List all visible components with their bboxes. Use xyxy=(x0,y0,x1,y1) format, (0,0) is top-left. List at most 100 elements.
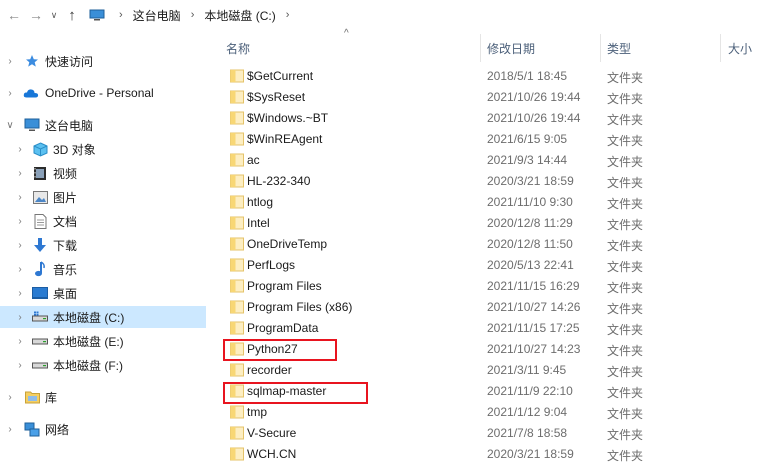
chevron-down-icon[interactable]: ∨ xyxy=(4,120,16,131)
sidebar-item-music[interactable]: › 音乐 xyxy=(0,258,206,280)
file-row[interactable]: HL-232-340 2020/3/21 18:59 文件夹 xyxy=(220,171,779,192)
sidebar-item-drive-c[interactable]: › 本地磁盘 (C:) xyxy=(0,306,206,328)
file-modified-date: 2018/5/1 18:45 xyxy=(487,69,568,83)
file-name: WCH.CN xyxy=(247,447,297,461)
file-row[interactable]: Program Files (x86) 2021/10/27 14:26 文件夹 xyxy=(220,297,779,318)
chevron-right-icon[interactable]: › xyxy=(14,312,26,323)
chevron-right-icon[interactable]: › xyxy=(14,336,26,347)
file-row[interactable]: OneDriveTemp 2020/12/8 11:50 文件夹 xyxy=(220,234,779,255)
column-header-type[interactable]: 类型 xyxy=(607,34,631,62)
file-row[interactable]: recorder 2021/3/11 9:45 文件夹 xyxy=(220,360,779,381)
folder-icon xyxy=(230,279,244,293)
file-row[interactable]: V-Secure 2021/7/8 18:58 文件夹 xyxy=(220,423,779,444)
sidebar-item-label: 文档 xyxy=(53,214,78,229)
chevron-right-icon[interactable]: › xyxy=(14,360,26,371)
file-row[interactable]: Program Files 2021/11/15 16:29 文件夹 xyxy=(220,276,779,297)
sidebar-item-desktop[interactable]: › 桌面 xyxy=(0,282,206,304)
file-modified-date: 2021/7/8 18:58 xyxy=(487,426,568,440)
file-row[interactable]: $SysReset 2021/10/26 19:44 文件夹 xyxy=(220,87,779,108)
sidebar-item-label: 音乐 xyxy=(53,262,78,277)
sidebar-item-videos[interactable]: › 视频 xyxy=(0,162,206,184)
sidebar-item-downloads[interactable]: › 下载 xyxy=(0,234,206,256)
sidebar-item-label: OneDrive - Personal xyxy=(45,86,154,100)
file-type: 文件夹 xyxy=(607,407,644,421)
sidebar-item-3d-objects[interactable]: › 3D 对象 xyxy=(0,138,206,160)
sidebar-item-label: 下载 xyxy=(53,238,78,253)
chevron-right-icon[interactable]: › xyxy=(14,264,26,275)
folder-icon xyxy=(230,300,244,314)
sidebar-item-label: 本地磁盘 (C:) xyxy=(53,310,125,325)
back-arrow-icon[interactable]: ← xyxy=(3,4,25,26)
file-modified-date: 2021/10/26 19:44 xyxy=(487,90,581,104)
sidebar-item-drive-e[interactable]: › 本地磁盘 (E:) xyxy=(0,330,206,352)
file-modified-date: 2021/11/10 9:30 xyxy=(487,195,573,209)
breadcrumb-separator[interactable]: › xyxy=(191,9,195,21)
file-type: 文件夹 xyxy=(607,428,644,442)
file-row[interactable]: $Windows.~BT 2021/10/26 19:44 文件夹 xyxy=(220,108,779,129)
breadcrumb-this-pc[interactable]: 这台电脑 xyxy=(133,7,181,24)
breadcrumb-drive-c[interactable]: 本地磁盘 (C:) xyxy=(204,7,275,24)
chevron-right-icon[interactable]: › xyxy=(4,392,16,403)
column-header-name[interactable]: 名称 xyxy=(226,34,250,62)
sidebar-item-network[interactable]: › 网络 xyxy=(0,418,206,440)
cube-icon xyxy=(32,141,48,157)
file-type: 文件夹 xyxy=(607,302,644,316)
sidebar-item-quick-access[interactable]: › 快速访问 xyxy=(0,50,206,72)
file-row[interactable]: WCH.CN 2020/3/21 18:59 文件夹 xyxy=(220,444,779,465)
column-header-size-label: 大小 xyxy=(728,41,753,56)
file-row[interactable]: $WinREAgent 2021/6/15 9:05 文件夹 xyxy=(220,129,779,150)
file-type: 文件夹 xyxy=(607,449,644,463)
sidebar-item-documents[interactable]: › 文档 xyxy=(0,210,206,232)
chevron-right-icon[interactable]: › xyxy=(14,192,26,203)
chevron-right-icon[interactable]: › xyxy=(14,168,26,179)
file-row[interactable]: tmp 2021/1/12 9:04 文件夹 xyxy=(220,402,779,423)
chevron-right-icon[interactable]: › xyxy=(4,88,16,99)
forward-arrow-icon[interactable]: → xyxy=(25,4,47,26)
pc-icon xyxy=(89,9,105,21)
chevron-right-icon[interactable]: › xyxy=(14,216,26,227)
file-modified-date: 2021/3/11 9:45 xyxy=(487,363,567,377)
file-type: 文件夹 xyxy=(607,323,644,337)
folder-icon xyxy=(230,216,244,230)
breadcrumb-separator[interactable]: › xyxy=(286,9,290,21)
file-name: ac xyxy=(247,153,260,167)
column-divider[interactable] xyxy=(720,34,721,62)
chevron-right-icon[interactable]: › xyxy=(14,240,26,251)
file-modified-date: 2021/6/15 9:05 xyxy=(487,132,568,146)
chevron-right-icon[interactable]: › xyxy=(14,144,26,155)
file-name: $Windows.~BT xyxy=(247,111,329,125)
sidebar-item-pictures[interactable]: › 图片 xyxy=(0,186,206,208)
file-row[interactable]: Intel 2020/12/8 11:29 文件夹 xyxy=(220,213,779,234)
sidebar-item-libraries[interactable]: › 库 xyxy=(0,386,206,408)
sidebar-item-drive-f[interactable]: › 本地磁盘 (F:) xyxy=(0,354,206,376)
file-row[interactable]: ProgramData 2021/11/15 17:25 文件夹 xyxy=(220,318,779,339)
file-type: 文件夹 xyxy=(607,386,644,400)
chevron-right-icon[interactable]: › xyxy=(4,56,16,67)
library-icon xyxy=(24,389,40,405)
folder-icon xyxy=(230,111,244,125)
sidebar-item-this-pc[interactable]: ∨ 这台电脑 xyxy=(0,114,206,136)
sidebar-item-onedrive[interactable]: › OneDrive - Personal xyxy=(0,82,206,104)
file-type: 文件夹 xyxy=(607,260,644,274)
column-divider[interactable] xyxy=(600,34,601,62)
file-name: ProgramData xyxy=(247,321,319,335)
highlight-box-python27 xyxy=(223,339,337,361)
recent-locations-chevron-icon[interactable]: ∨ xyxy=(47,4,61,26)
file-row[interactable]: $GetCurrent 2018/5/1 18:45 文件夹 xyxy=(220,66,779,87)
file-name: recorder xyxy=(247,363,292,377)
chevron-right-icon[interactable]: › xyxy=(14,288,26,299)
column-header-size[interactable]: 大小 xyxy=(728,34,752,62)
file-type: 文件夹 xyxy=(607,71,644,85)
file-row[interactable]: htlog 2021/11/10 9:30 文件夹 xyxy=(220,192,779,213)
column-header-modified[interactable]: 修改日期 xyxy=(487,34,535,62)
file-type: 文件夹 xyxy=(607,344,644,358)
breadcrumb-separator: › xyxy=(119,9,123,21)
file-row[interactable]: PerfLogs 2020/5/13 22:41 文件夹 xyxy=(220,255,779,276)
chevron-right-icon[interactable]: › xyxy=(4,424,16,435)
column-divider[interactable] xyxy=(480,34,481,62)
up-arrow-icon[interactable]: ↑ xyxy=(61,4,83,26)
desktop-icon xyxy=(32,285,48,301)
video-icon xyxy=(32,165,48,181)
file-name: Program Files (x86) xyxy=(247,300,353,314)
file-row[interactable]: ac 2021/9/3 14:44 文件夹 xyxy=(220,150,779,171)
